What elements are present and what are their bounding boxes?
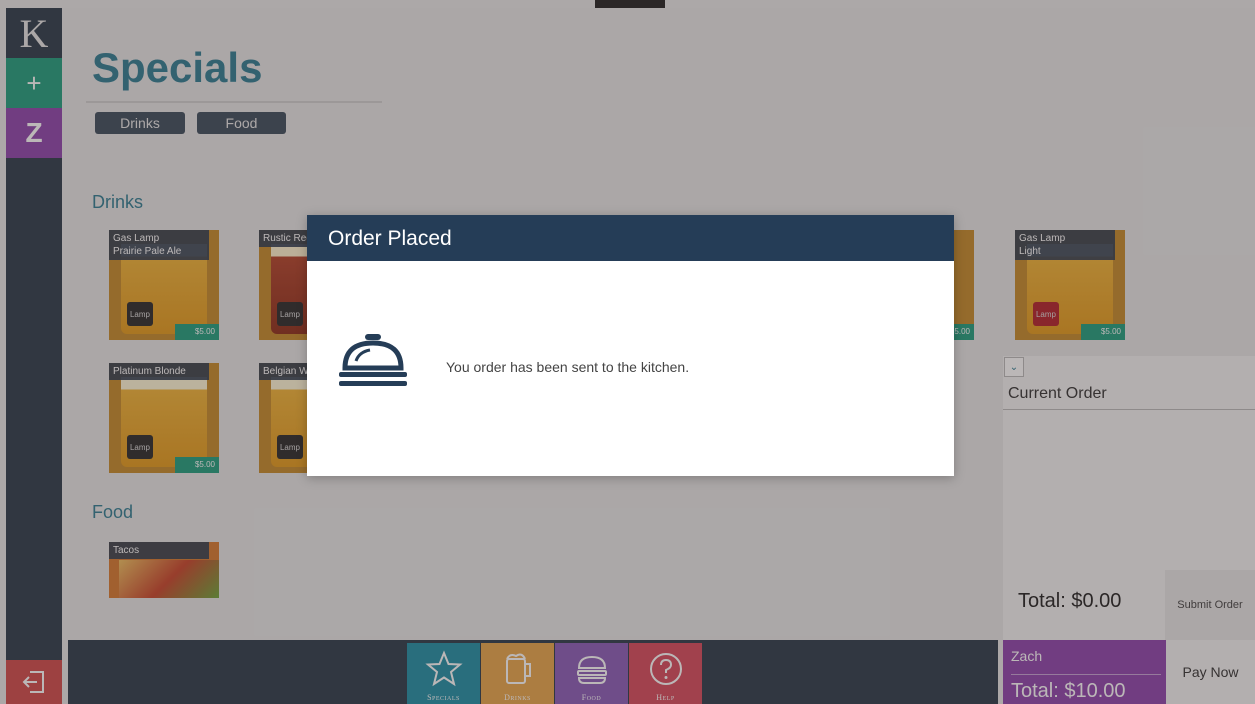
- service-bell-icon: [337, 330, 409, 395]
- dialog-message: You order has been sent to the kitchen.: [446, 359, 690, 375]
- app-window: K + Z Specials Drinks Food Drinks Lamp G…: [0, 0, 1255, 704]
- dialog-title: Order Placed: [307, 215, 954, 261]
- order-placed-dialog: Order Placed You order has been sent to …: [307, 215, 954, 476]
